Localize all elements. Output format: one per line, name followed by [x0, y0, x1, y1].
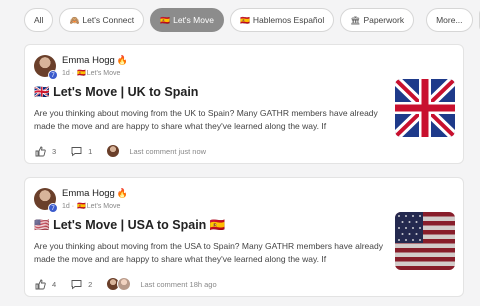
spain-flag-icon: 🇪🇸 [160, 15, 171, 25]
post-title[interactable]: 🇬🇧 Let's Move | UK to Spain [34, 85, 198, 100]
uk-flag-image [395, 79, 455, 137]
post-category[interactable]: Let's Move [87, 203, 121, 210]
fire-emoji-icon: 🔥 [116, 55, 129, 65]
spain-flag-icon: 🇪🇸 [239, 15, 250, 25]
post-title-text: Let's Move | USA to Spain [53, 218, 207, 232]
comment-count: 2 [88, 279, 93, 289]
usa-flag-image [395, 212, 455, 270]
last-comment-time: Last comment 18h ago [140, 279, 217, 289]
filter-lets-move[interactable]: 🇪🇸 Let's Move [150, 8, 224, 32]
like-count: 3 [52, 146, 57, 156]
filter-lets-connect[interactable]: 🙈 Let's Connect [59, 8, 145, 32]
filter-paperwork-label: Paperwork [363, 15, 405, 25]
filter-lets-connect-label: Let's Connect [82, 15, 135, 25]
spain-flag-icon: 🇪🇸 [209, 218, 226, 232]
fire-emoji-icon: 🔥 [116, 188, 129, 198]
post-time: 1d [62, 70, 70, 77]
commenter-avatar[interactable] [106, 144, 121, 158]
post-excerpt: Are you thinking about moving from the U… [34, 108, 378, 131]
comment-icon[interactable] [70, 278, 82, 290]
post-title[interactable]: 🇺🇸 Let's Move | USA to Spain 🇪🇸 [34, 218, 225, 233]
post-time: 1d [62, 203, 70, 210]
spain-flag-icon: 🇪🇸 [77, 70, 86, 77]
post-card[interactable]: 7 Emma Hogg 🔥 1d · 🇪🇸Let's Move 🇬🇧 Let's … [24, 44, 464, 164]
post-thumbnail[interactable] [395, 212, 455, 270]
more-filters-label: More... [436, 15, 463, 25]
author-name[interactable]: Emma Hogg [62, 188, 115, 199]
post-meta: 1d · 🇪🇸Let's Move [62, 70, 121, 77]
comment-count: 1 [88, 146, 93, 156]
comment-icon[interactable] [70, 145, 82, 157]
author-level-badge: 7 [48, 70, 58, 80]
spain-flag-icon: 🇪🇸 [77, 203, 86, 210]
post-meta: 1d · 🇪🇸Let's Move [62, 203, 121, 210]
filter-hablemos-espanol-label: Hablemos Español [252, 15, 325, 25]
post-title-text: Let's Move | UK to Spain [53, 85, 199, 99]
author-level-badge: 7 [48, 203, 58, 213]
like-count: 4 [52, 279, 57, 289]
monkey-emoji-icon: 🙈 [69, 15, 80, 25]
filter-all[interactable]: All [24, 8, 54, 32]
post-excerpt: Are you thinking about moving from the U… [34, 241, 383, 264]
post-card[interactable]: 7 Emma Hogg 🔥 1d · 🇪🇸Let's Move 🇺🇸 Let's … [24, 177, 464, 297]
author-name-row[interactable]: Emma Hogg 🔥 [62, 55, 128, 66]
last-comment-time: Last comment just now [129, 146, 207, 156]
classical-building-icon: 🏛 [350, 15, 361, 25]
filter-paperwork[interactable]: 🏛 Paperwork [340, 8, 415, 32]
category-filter-bar: All 🙈 Let's Connect 🇪🇸 Let's Move 🇪🇸 Hablem… [0, 0, 480, 40]
post-thumbnail[interactable] [395, 79, 455, 137]
thumbs-up-icon[interactable] [34, 278, 46, 290]
post-footer: 3 1 Last comment just now [34, 144, 206, 158]
commenter-avatar[interactable] [117, 277, 132, 291]
post-category[interactable]: Let's Move [87, 70, 121, 77]
filter-all-label: All [34, 15, 44, 25]
author-name[interactable]: Emma Hogg [62, 55, 115, 66]
usa-flag-icon: 🇺🇸 [34, 218, 50, 232]
post-footer: 4 2 Last comment 18h ago [34, 277, 217, 291]
thumbs-up-icon[interactable] [34, 145, 46, 157]
filter-hablemos-espanol[interactable]: 🇪🇸 Hablemos Español [229, 8, 335, 32]
author-name-row[interactable]: Emma Hogg 🔥 [62, 188, 128, 199]
more-filters-button[interactable]: More... [426, 8, 473, 32]
uk-flag-icon: 🇬🇧 [34, 85, 50, 99]
filter-lets-move-label: Let's Move [173, 15, 214, 25]
